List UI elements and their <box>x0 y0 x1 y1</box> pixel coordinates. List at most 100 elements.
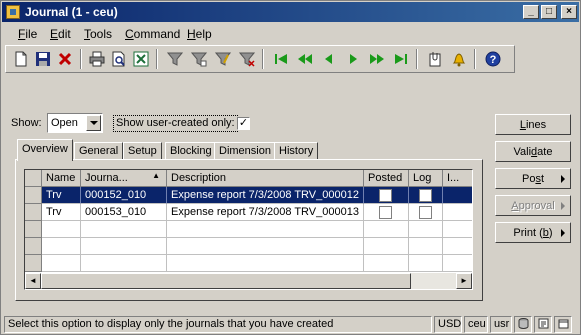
row-selector[interactable] <box>25 221 42 238</box>
menu-edit[interactable]: Edit <box>50 27 71 41</box>
clear-filter-icon[interactable] <box>236 49 258 69</box>
print-button-label: ) <box>548 227 553 239</box>
empty-cell <box>167 255 364 272</box>
save-icon[interactable] <box>32 49 54 69</box>
empty-cell <box>167 221 364 238</box>
column-header-journal[interactable]: Journa... ▲ <box>81 170 167 187</box>
lines-button[interactable]: Lines <box>495 114 571 135</box>
log-checkbox[interactable] <box>419 189 432 202</box>
first-record-icon[interactable] <box>270 49 292 69</box>
title-bar[interactable]: Journal (1 - ceu) _ □ × <box>2 2 579 22</box>
posted-checkbox[interactable] <box>379 206 392 219</box>
delete-icon[interactable] <box>54 49 76 69</box>
minimize-button[interactable]: _ <box>523 5 539 19</box>
advanced-filter-icon[interactable] <box>212 49 234 69</box>
tab-overview[interactable]: Overview <box>17 139 73 161</box>
toolbar-separator <box>474 49 476 69</box>
validate-button-pre: Vali <box>513 146 532 158</box>
alert-bell-icon[interactable] <box>448 49 470 69</box>
cell-log <box>409 204 443 221</box>
status-currency: USD <box>434 316 462 333</box>
menu-file[interactable]: File <box>18 27 37 41</box>
row-selector[interactable] <box>25 255 42 272</box>
tab-dimension[interactable]: Dimension <box>214 142 276 160</box>
print-icon[interactable] <box>86 49 108 69</box>
show-user-created-only[interactable]: Show user-created only: <box>113 115 238 132</box>
filter-by-field-icon[interactable] <box>188 49 210 69</box>
previous-page-icon[interactable] <box>294 49 316 69</box>
last-record-icon[interactable] <box>390 49 412 69</box>
journal-grid[interactable]: Name Journa... ▲ Description Posted Log … <box>24 169 473 290</box>
row-selector[interactable] <box>25 187 42 204</box>
cell-i[interactable] <box>443 187 472 204</box>
submenu-arrow-icon <box>561 229 565 237</box>
menu-help[interactable]: Help <box>187 27 212 41</box>
cell-description[interactable]: Expense report 7/3/2008 TRV_000013 <box>167 204 364 221</box>
next-record-icon[interactable] <box>342 49 364 69</box>
row-selector[interactable] <box>25 204 42 221</box>
status-info-icon <box>534 316 552 333</box>
scroll-right-icon[interactable]: ► <box>456 273 472 289</box>
empty-cell <box>443 255 472 272</box>
tab-history[interactable]: History <box>274 142 319 160</box>
column-header-i[interactable]: I... <box>443 170 472 187</box>
close-button[interactable]: × <box>561 5 577 19</box>
menu-command[interactable]: Command <box>125 27 180 41</box>
print-preview-icon[interactable] <box>108 49 130 69</box>
cell-i[interactable] <box>443 204 472 221</box>
filter-icon[interactable] <box>164 49 186 69</box>
posted-checkbox[interactable] <box>379 189 392 202</box>
post-button[interactable]: Post <box>495 168 571 189</box>
tab-general[interactable]: General <box>74 142 124 160</box>
log-checkbox[interactable] <box>419 206 432 219</box>
show-user-created-checkbox[interactable]: ✓ <box>237 117 250 130</box>
help-icon[interactable]: ? <box>482 49 504 69</box>
print-button[interactable]: Print (b) <box>495 222 571 243</box>
validate-button[interactable]: Validate <box>495 141 571 162</box>
column-header-description[interactable]: Description <box>167 170 364 187</box>
scrollbar-thumb[interactable] <box>41 273 411 289</box>
cell-description[interactable]: Expense report 7/3/2008 TRV_000012 <box>167 187 364 204</box>
window-title: Journal (1 - ceu) <box>25 5 118 19</box>
cell-name[interactable]: Trv <box>42 204 81 221</box>
show-select-value: Open <box>51 117 78 129</box>
show-select[interactable]: Open <box>47 113 103 133</box>
status-message: Select this option to display only the j… <box>4 316 432 333</box>
chevron-down-icon[interactable] <box>86 115 101 131</box>
table-row[interactable]: Trv 000153_010 Expense report 7/3/2008 T… <box>42 204 472 221</box>
column-header-posted[interactable]: Posted <box>364 170 409 187</box>
status-database-icon <box>514 316 532 333</box>
cell-journal[interactable]: 000153_010 <box>81 204 167 221</box>
approval-button[interactable]: Approval <box>495 195 571 216</box>
column-header-journal-label: Journa... <box>85 172 128 184</box>
toolbar: ? <box>5 45 515 73</box>
empty-cell <box>81 255 167 272</box>
row-selector[interactable] <box>25 238 42 255</box>
attach-document-icon[interactable] <box>424 49 446 69</box>
horizontal-scrollbar[interactable]: ◄ ► <box>25 273 472 289</box>
next-page-icon[interactable] <box>366 49 388 69</box>
empty-cell <box>364 255 409 272</box>
tab-blocking[interactable]: Blocking <box>165 142 217 160</box>
empty-cell <box>81 221 167 238</box>
export-excel-icon[interactable] <box>130 49 152 69</box>
column-header-name[interactable]: Name <box>42 170 81 187</box>
scroll-left-icon[interactable]: ◄ <box>25 273 41 289</box>
empty-cell <box>364 238 409 255</box>
cell-name[interactable]: Trv <box>42 187 81 204</box>
cell-log <box>409 187 443 204</box>
tab-setup[interactable]: Setup <box>123 142 162 160</box>
new-icon[interactable] <box>10 49 32 69</box>
empty-cell <box>409 238 443 255</box>
status-time-icon <box>554 316 572 333</box>
menu-tools[interactable]: Tools <box>84 27 112 41</box>
column-header-log[interactable]: Log <box>409 170 443 187</box>
svg-text:?: ? <box>490 54 497 66</box>
print-button-pre: Print ( <box>513 227 543 239</box>
cell-journal[interactable]: 000152_010 <box>81 187 167 204</box>
approval-button-key: A <box>511 200 519 212</box>
table-row[interactable]: Trv 000152_010 Expense report 7/3/2008 T… <box>42 187 472 204</box>
previous-record-icon[interactable] <box>318 49 340 69</box>
maximize-button[interactable]: □ <box>541 5 557 19</box>
status-company[interactable]: ceu <box>464 316 488 333</box>
